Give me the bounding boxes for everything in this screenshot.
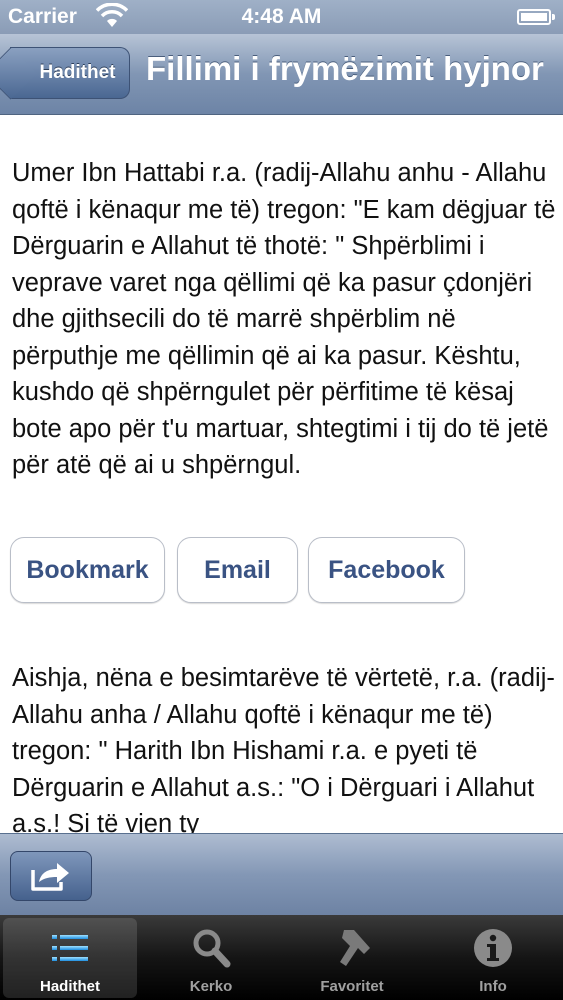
hadith-text: Umer Ibn Hattabi r.a. (radij-Allahu anhu… (12, 159, 556, 479)
clock: 4:48 AM (241, 5, 322, 28)
tab-label: Kerko (189, 978, 233, 995)
hadith-content[interactable]: Umer Ibn Hattabi r.a. (radij-Allahu anhu… (0, 115, 563, 833)
status-bar: Carrier 4:48 AM (0, 0, 563, 34)
bookmark-icon (340, 930, 370, 966)
tab-bar: Hadithet Kerko Favoritet Info (0, 915, 563, 1000)
list-icon (52, 935, 88, 961)
page-title: Fillimi i frymëzimit hyjnor (146, 50, 544, 87)
email-button[interactable]: Email (177, 537, 298, 603)
tab-hadithet[interactable]: Hadithet (3, 918, 137, 998)
bookmark-button[interactable]: Bookmark (10, 537, 165, 603)
share-button[interactable] (10, 851, 92, 901)
share-icon (31, 863, 69, 891)
back-button[interactable]: Hadithet (10, 47, 130, 99)
tab-kerko[interactable]: Kerko (144, 918, 278, 998)
battery-icon (517, 9, 555, 25)
navigation-bar: Hadithet Fillimi i frymëzimit hyjnor (0, 34, 563, 115)
tab-favoritet[interactable]: Favoritet (285, 918, 419, 998)
tab-label: Favoritet (320, 978, 384, 995)
hadith-text: Aishja, nëna e besimtarëve të vërtetë, r… (12, 664, 555, 833)
tab-label: Info (479, 978, 507, 995)
tab-label: Hadithet (40, 978, 100, 995)
tab-info[interactable]: Info (426, 918, 560, 998)
toolbar (0, 833, 563, 916)
back-button-label: Hadithet (39, 62, 116, 83)
facebook-button[interactable]: Facebook (308, 537, 465, 603)
search-icon (193, 929, 231, 968)
info-icon (474, 929, 512, 967)
